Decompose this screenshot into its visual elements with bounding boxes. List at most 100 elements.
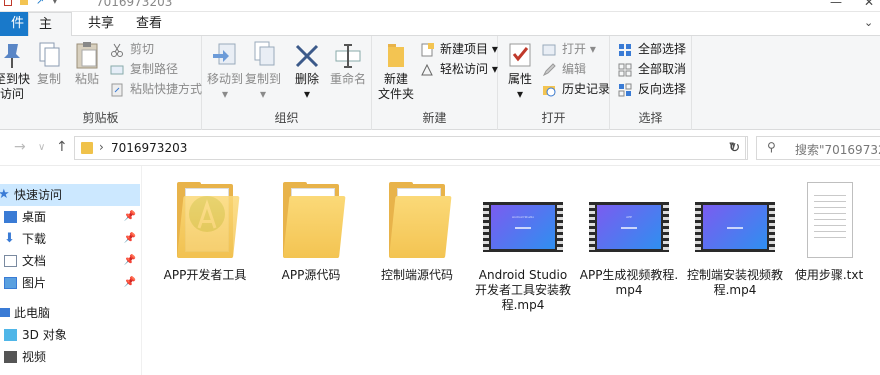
copy-icon: [35, 40, 63, 70]
ribbon: 至到快 访问 复制 粘贴 剪切 复制路径 粘贴快捷方式 剪贴板 移动到 ▾ 复制…: [0, 36, 880, 130]
pin-icon: [0, 40, 26, 70]
file-name: 使用步骤.txt: [794, 268, 864, 282]
folder-small-icon: [81, 142, 93, 154]
edit-button[interactable]: 编辑: [542, 60, 586, 79]
clipboard-group-label: 剪贴板: [82, 111, 119, 125]
file-item[interactable]: 控制端源代码: [367, 178, 467, 283]
cube-icon: [4, 329, 17, 341]
paste-button[interactable]: 粘贴: [72, 40, 102, 87]
back-arrow-icon[interactable]: →: [14, 139, 26, 155]
customize-dropdown-icon[interactable]: ▾: [52, 0, 57, 7]
cut-button[interactable]: 剪切: [110, 40, 154, 59]
download-arrow-icon: ⬇: [4, 231, 15, 246]
pin-icon[interactable]: 📌: [124, 250, 136, 272]
pin-icon[interactable]: 📌: [124, 228, 136, 250]
nav-3d-objects[interactable]: 3D 对象: [0, 324, 140, 346]
close-button[interactable]: ✕: [864, 0, 874, 9]
file-item[interactable]: APP源代码: [261, 178, 361, 283]
pin-to-quick-access-button[interactable]: 至到快 访问: [0, 40, 30, 102]
tab-file[interactable]: 件: [0, 12, 28, 36]
tab-home[interactable]: 主页: [28, 12, 72, 56]
folder-icon: [375, 178, 459, 262]
breadcrumb-chevron-icon[interactable]: ›: [99, 140, 104, 154]
easy-access-button[interactable]: 轻松访问 ▾: [420, 60, 498, 79]
open-group-label: 打开: [541, 111, 566, 125]
up-arrow-icon[interactable]: ↑: [56, 139, 68, 155]
new-folder-label: 新建 文件夹: [377, 72, 414, 101]
file-name: APP生成视频教程.mp4: [579, 268, 679, 297]
minimize-button[interactable]: —: [830, 0, 842, 9]
move-to-button[interactable]: 移动到 ▾: [206, 40, 244, 102]
nav-quick-access[interactable]: ★ 快速访问: [0, 184, 140, 206]
expand-ribbon-icon[interactable]: ⌄: [864, 16, 873, 29]
address-row: → ∨ ↑ › 7016973203 ∨ ↻ ⚲ 搜索"7016973203": [0, 130, 880, 166]
organize-group: 移动到 ▾ 复制到 ▾ 删除 ▾ 重命名 组织: [202, 36, 372, 130]
folder-quick-icon[interactable]: [20, 0, 28, 5]
copy-to-icon: [249, 40, 277, 70]
file-item[interactable]: APP开发者工具: [155, 178, 255, 283]
file-item[interactable]: 使用步骤.txt: [779, 178, 879, 283]
select-group-label: 选择: [638, 111, 663, 125]
select-all-icon: [618, 43, 632, 57]
android-folder-icon: [163, 178, 247, 262]
nav-downloads[interactable]: ⬇ 下载 📌: [0, 228, 140, 250]
nav-desktop[interactable]: 桌面 📌: [0, 206, 140, 228]
search-input[interactable]: ⚲ 搜索"7016973203": [756, 136, 880, 160]
copy-path-label: 复制路径: [130, 62, 179, 76]
tab-share[interactable]: 共享: [78, 12, 124, 36]
delete-button[interactable]: 删除 ▾: [292, 40, 322, 102]
pin-icon[interactable]: 📌: [124, 272, 136, 294]
copy-path-button[interactable]: 复制路径: [110, 60, 178, 79]
new-folder-icon: [382, 40, 410, 70]
properties-button[interactable]: 属性 ▾: [504, 40, 536, 102]
select-none-button[interactable]: 全部取消: [618, 60, 686, 79]
edit-label: 编辑: [562, 62, 587, 76]
computer-icon: [0, 308, 10, 317]
tab-view[interactable]: 查看: [126, 12, 172, 36]
breadcrumb-path[interactable]: 7016973203: [111, 141, 187, 155]
properties-quick-icon[interactable]: [4, 0, 12, 6]
text-file-icon: [787, 178, 871, 262]
pin-label: 至到快 访问: [0, 72, 31, 101]
file-item[interactable]: APP APP生成视频教程.mp4: [579, 178, 679, 298]
pin-icon[interactable]: 📌: [124, 206, 136, 228]
new-folder-button[interactable]: 新建 文件夹: [376, 40, 416, 102]
file-item[interactable]: Android Studio Android Studio开发者工具安装教程.m…: [473, 178, 573, 313]
refresh-icon: ↻: [728, 140, 741, 156]
delete-dropdown-icon: ▾: [303, 87, 311, 101]
copy-to-label: 复制到: [244, 72, 281, 86]
new-item-button[interactable]: 新建项目 ▾: [420, 40, 498, 59]
pin-quick-icon[interactable]: ↗: [36, 0, 44, 7]
recent-dropdown-icon[interactable]: ∨: [38, 142, 45, 153]
nav-this-pc-label: 此电脑: [14, 306, 51, 320]
video-thumbnail-icon: Android Studio: [481, 178, 565, 262]
paste-shortcut-button[interactable]: 粘贴快捷方式: [110, 80, 202, 99]
history-button[interactable]: 历史记录: [542, 80, 610, 99]
new-item-label: 新建项目: [440, 42, 489, 56]
open-button[interactable]: 打开 ▾: [542, 40, 596, 59]
video-thumbnail-icon: [693, 178, 777, 262]
copy-button[interactable]: 复制: [34, 40, 64, 87]
new-item-icon: [420, 43, 434, 57]
invert-selection-label: 反向选择: [638, 82, 687, 96]
move-to-dropdown-icon: ▾: [221, 87, 229, 101]
nav-documents[interactable]: 文档 📌: [0, 250, 140, 272]
video-thumbnail-icon: APP: [587, 178, 671, 262]
nav-pictures[interactable]: 图片 📌: [0, 272, 140, 294]
nav-desktop-label: 桌面: [22, 210, 47, 224]
new-item-dropdown-icon: ▾: [491, 42, 498, 56]
nav-this-pc[interactable]: 此电脑: [0, 302, 140, 324]
quick-access-toolbar: ↗ ▾: [4, 0, 57, 7]
rename-button[interactable]: 重命名: [328, 40, 368, 87]
desktop-icon: [4, 211, 17, 223]
invert-selection-button[interactable]: 反向选择: [618, 80, 686, 99]
pictures-icon: [4, 277, 17, 289]
paste-label: 粘贴: [74, 72, 99, 86]
refresh-button[interactable]: ↻: [722, 136, 748, 160]
copy-to-button[interactable]: 复制到 ▾: [244, 40, 282, 102]
new-group-label: 新建: [422, 111, 447, 125]
address-bar[interactable]: › 7016973203 ∨: [74, 136, 746, 160]
nav-videos[interactable]: 视频: [0, 346, 140, 368]
file-item[interactable]: 控制端安装视频教程.mp4: [685, 178, 785, 298]
select-all-button[interactable]: 全部选择: [618, 40, 686, 59]
